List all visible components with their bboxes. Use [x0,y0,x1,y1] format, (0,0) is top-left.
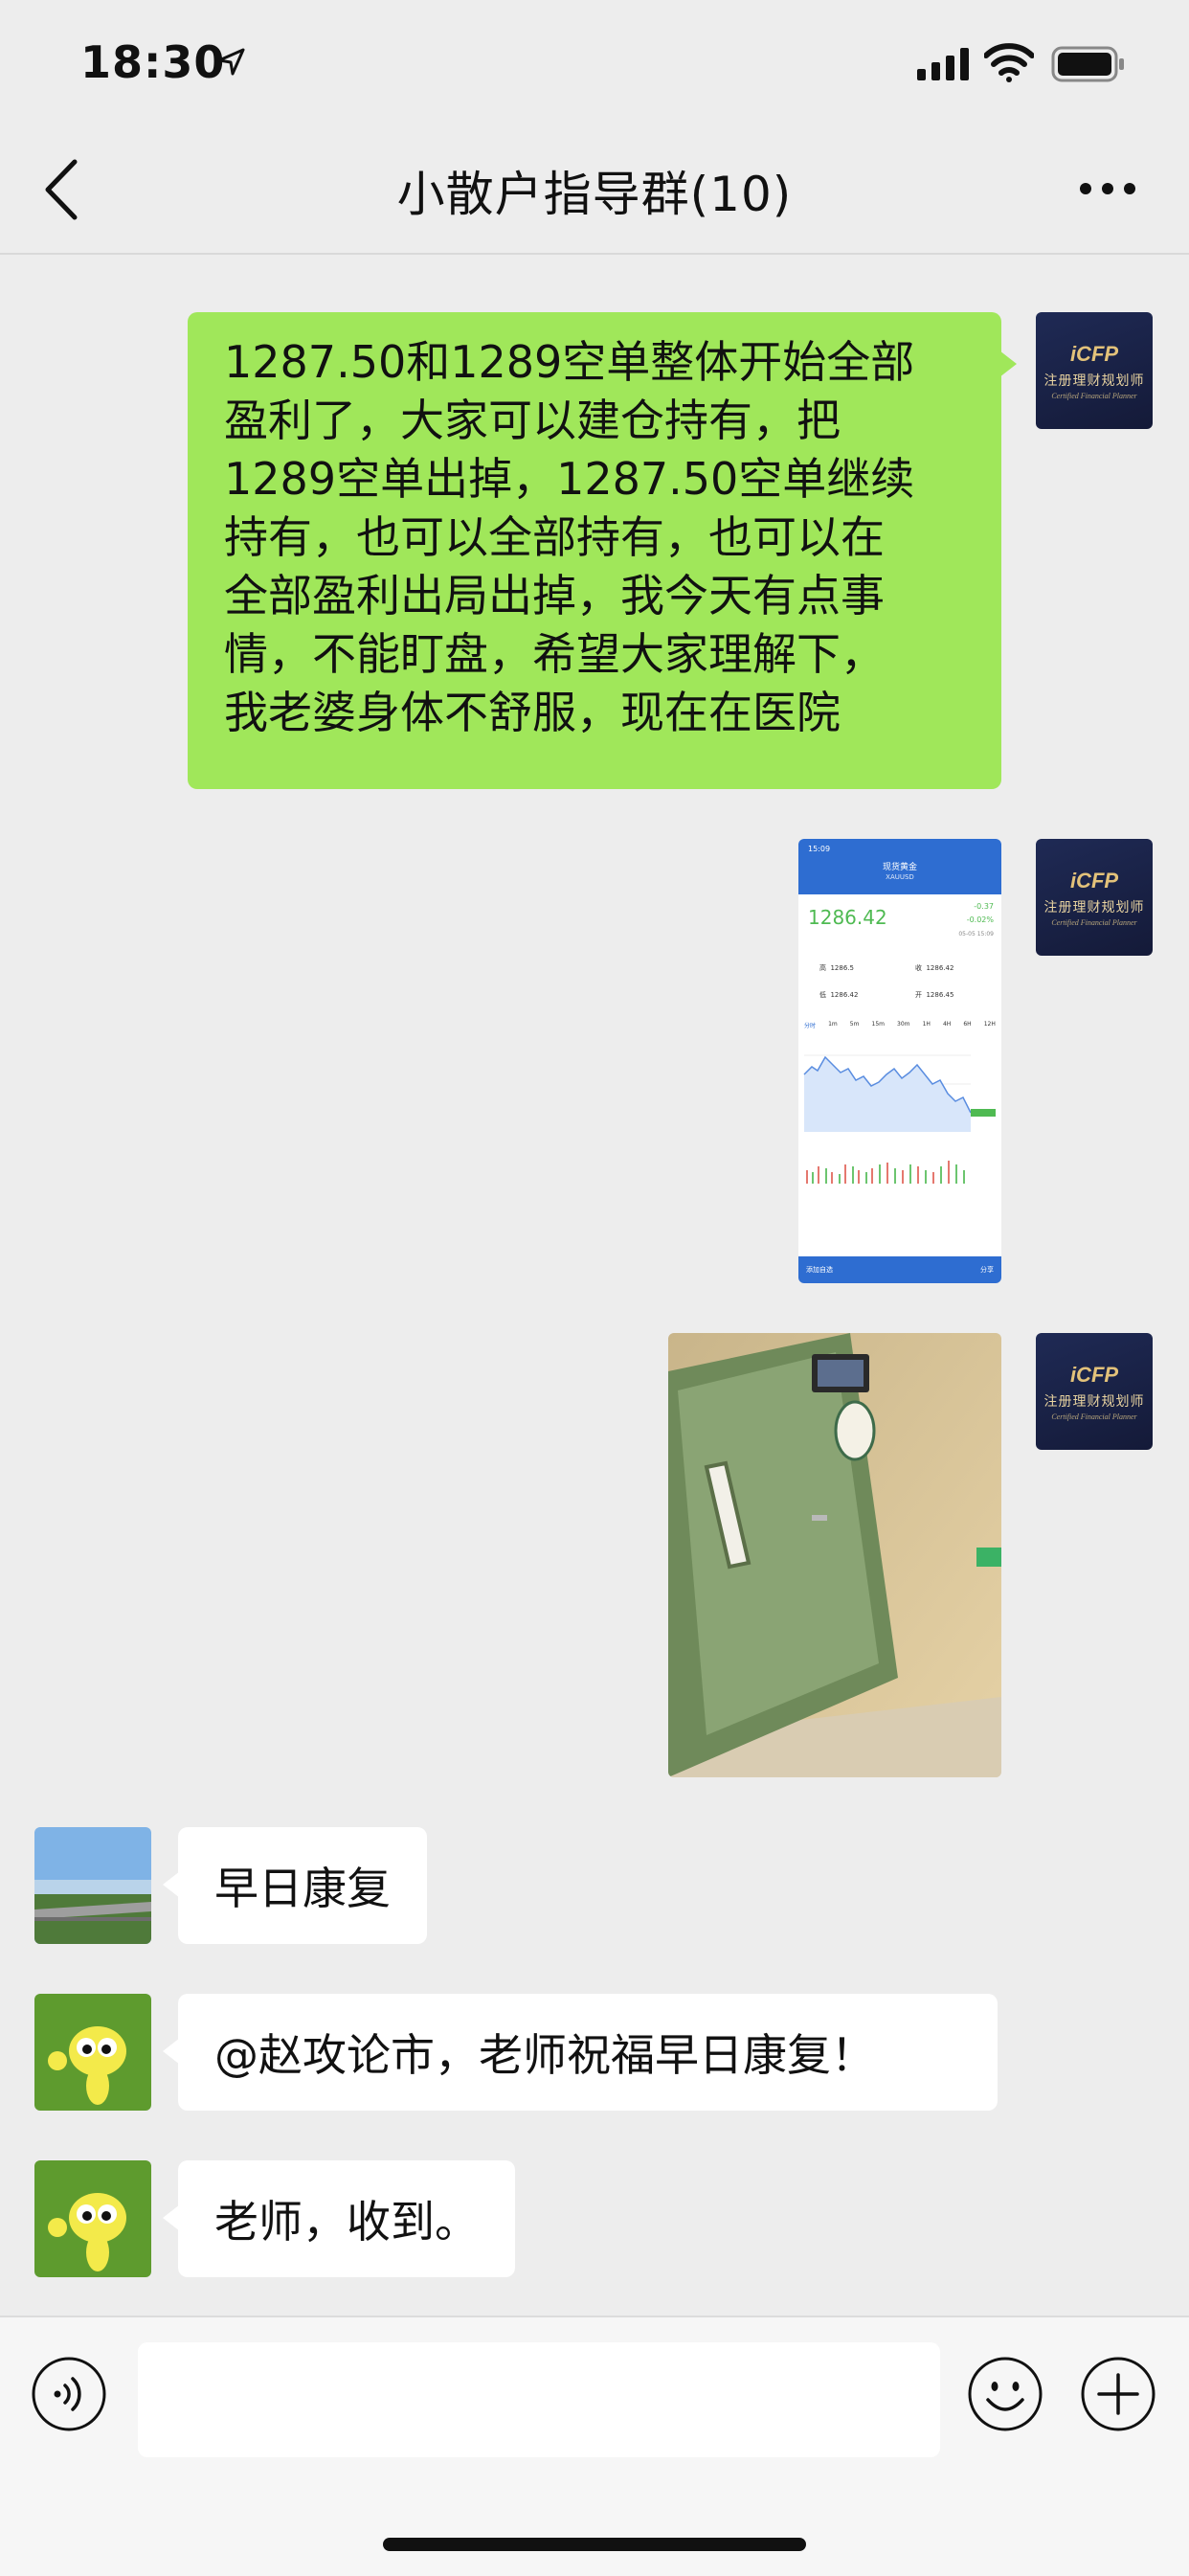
stock-app-code: XAUUSD [886,873,914,881]
cfp-en-text: Certified Financial Planner [1051,391,1137,400]
message-text-line: 1289空单出掉，1287.50空单继续 [224,453,915,505]
message-text-line: 情，不能盯盘，希望大家理解下， [224,628,885,680]
timeframe-tab: 6H [963,1021,972,1028]
timeframe-tab: 30m [897,1021,910,1028]
message-bubble-other[interactable]: 早日康复 [163,1827,427,1944]
cfp-logo: iCFP [1069,1362,1119,1387]
stat-label: 收 [915,964,922,972]
message-text-line: 持有，也可以全部持有，也可以在 [224,511,885,563]
stock-price-chart [803,1054,996,1184]
cfp-en-text: Certified Financial Planner [1051,1412,1137,1421]
message-bubble-other[interactable]: @赵攻论市，老师祝福早日康复！ [163,1994,998,2111]
message-text: 早日康复 [214,1863,391,1914]
avatar[interactable] [34,1827,151,1944]
stock-change-pct: -0.02% [966,915,994,924]
stock-screenshot-image[interactable]: 15:09 现货黄金 XAUUSD 1286.42 -0.37 -0.02% 0… [798,839,1001,1283]
timeframe-tab: 4H [942,1021,952,1028]
stat-value: 1286.5 [830,964,854,972]
stock-date: 05-05 15:09 [958,931,994,938]
cfp-logo: iCFP [1069,341,1119,366]
avatar[interactable]: iCFP 注册理财规划师 Certified Financial Planner [1036,1333,1153,1450]
chat-title: 小散户指导群(10) [396,167,793,222]
avatar[interactable]: iCFP 注册理财规划师 Certified Financial Planner [1036,839,1153,956]
stock-change: -0.37 [974,902,994,911]
stock-app-footer: 添加自选 分享 [798,1256,1001,1283]
home-indicator [383,2538,806,2551]
stat-label: 低 [819,991,826,999]
timeframe-tab: 15m [871,1021,885,1028]
stock-app-title: 现货黄金 [882,863,917,872]
stat-value: 1286.42 [830,991,859,999]
stock-app-header: 15:09 现货黄金 XAUUSD [798,839,1001,894]
hospital-door-photo[interactable] [668,1333,1001,1777]
message-text-line: 1287.50和1289空单整体开始全部 [224,336,915,388]
more-button[interactable] [1078,174,1137,203]
stock-price: 1286.42 [808,906,887,929]
timeframe-tab: 1m [828,1021,838,1028]
status-time: 18:30 [80,36,226,88]
emoji-icon[interactable] [967,2356,1043,2432]
timeframe-tab: 1H [922,1021,931,1028]
message-input[interactable] [138,2342,940,2457]
avatar[interactable] [34,2160,151,2277]
cfp-logo: iCFP [1069,868,1119,893]
stock-app-time: 15:09 [808,845,831,853]
battery-icon [1051,46,1124,82]
timeframe-tab: 分时 [804,1023,817,1029]
message-bubble-self[interactable]: 1287.50和1289空单整体开始全部 盈利了，大家可以建仓持有，把 1289… [188,312,1017,789]
stat-label: 开 [915,991,922,999]
location-arrow-icon [217,48,245,76]
timeframe-tab: 12H [983,1021,996,1028]
cellular-signal-icon [917,48,969,80]
share-label: 分享 [980,1266,994,1274]
wifi-icon [984,43,1034,82]
stock-timeframe-tabs: 分时 1m 5m 15m 30m 1H 4H 6H 12H [804,1021,996,1029]
message-text-line: 盈利了，大家可以建仓持有，把 [224,395,841,446]
stat-label: 高 [819,964,826,972]
avatar[interactable] [34,1994,151,2111]
timeframe-tab: 5m [849,1021,860,1028]
plus-icon[interactable] [1080,2356,1156,2432]
message-text: @赵攻论市，老师祝福早日康复！ [214,2029,875,2081]
cfp-en-text: Certified Financial Planner [1051,917,1137,927]
add-watchlist-label: 添加自选 [806,1266,833,1274]
cfp-cn-text: 注册理财规划师 [1043,899,1145,915]
message-text-line: 全部盈利出局出掉，我今天有点事 [224,570,885,621]
cfp-cn-text: 注册理财规划师 [1043,1393,1145,1410]
message-text: 老师，收到。 [214,2196,479,2248]
cfp-cn-text: 注册理财规划师 [1043,373,1145,389]
nav-divider [0,253,1189,255]
message-bubble-other[interactable]: 老师，收到。 [163,2160,515,2277]
message-text-line: 我老婆身体不舒服，现在在医院 [224,687,841,738]
voice-icon[interactable] [31,2356,107,2432]
stat-value: 1286.42 [926,964,954,972]
stat-value: 1286.45 [926,991,954,999]
avatar[interactable]: iCFP 注册理财规划师 Certified Financial Planner [1036,312,1153,429]
